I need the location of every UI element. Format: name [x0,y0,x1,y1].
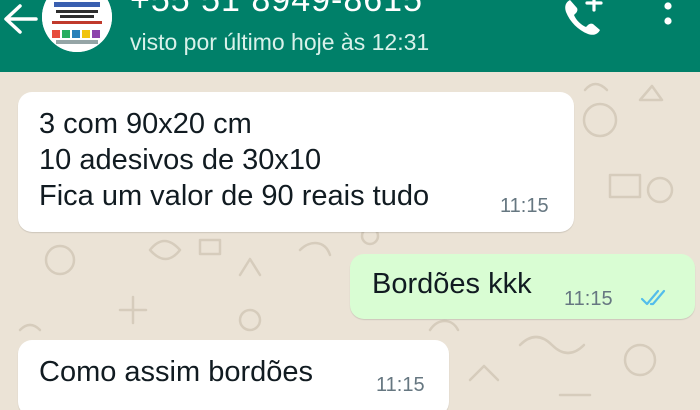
incoming-message[interactable]: 3 com 90x20 cm 10 adesivos de 30x10 Fica… [18,92,574,232]
message-text: Como assim bordões [39,356,313,388]
message-time: 11:15 [376,374,425,396]
avatar-image [42,0,112,52]
chat-header: +55 51 8949-8615 visto por último hoje à… [0,0,700,72]
message-text: 3 com 90x20 cm 10 adesivos de 30x10 Fica… [39,108,430,212]
add-call-icon [565,0,603,35]
incoming-message[interactable]: Como assim bordões 11:15 [18,340,449,410]
message-time: 11:15 [564,288,613,310]
contact-avatar[interactable] [42,0,112,52]
add-call-button[interactable] [560,0,610,40]
arrow-left-icon [4,4,38,34]
more-options-button[interactable] [650,0,686,40]
message-time: 11:15 [500,195,549,217]
message-text: Bordões kkk [372,268,532,300]
double-check-icon [640,289,666,306]
outgoing-message[interactable]: Bordões kkk 11:15 [350,254,695,319]
contact-name[interactable]: +55 51 8949-8615 [130,0,423,20]
more-vertical-icon [664,2,672,25]
back-button[interactable] [0,0,42,42]
last-seen-status: visto por último hoje às 12:31 [130,29,430,55]
